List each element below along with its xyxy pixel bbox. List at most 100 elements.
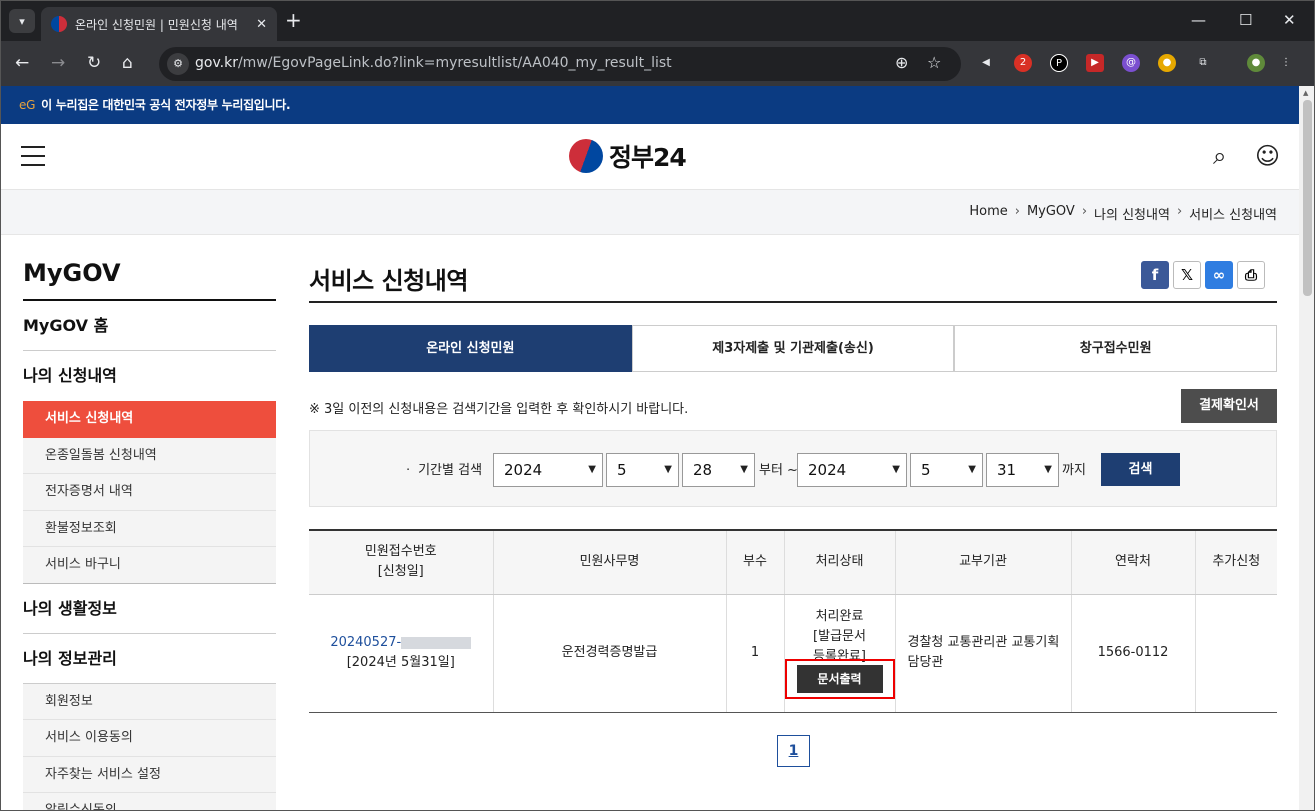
sidebar-item-allday-care[interactable]: 온종일돌봄 신청내역	[23, 437, 276, 474]
banner-text: 이 누리집은 대한민국 공식 전자정부 누리집입니다.	[41, 98, 291, 112]
new-tab-button[interactable]: +	[285, 10, 302, 30]
breadcrumb-home[interactable]: Home	[969, 204, 1007, 223]
x-share-icon[interactable]: 𝕏	[1173, 261, 1201, 289]
col-agency: 교부기관	[895, 530, 1072, 595]
breadcrumb: Home › MyGOV › 나의 신청내역 › 서비스 신청내역	[969, 204, 1277, 223]
request-table: 민원접수번호 [신청일] 민원사무명 부수 처리상태 교부기관 연락처 추가신청 …	[309, 529, 1277, 713]
col-service-name: 민원사무명	[493, 530, 727, 595]
to-day-select[interactable]: 31 ▼	[986, 453, 1059, 487]
minimize-icon[interactable]: —	[1191, 11, 1206, 29]
extension-p-icon[interactable]: P	[1050, 54, 1068, 72]
payment-confirmation-button[interactable]: 결제확인서	[1181, 389, 1277, 423]
sidebar-item-refund-info[interactable]: 환불정보조회	[23, 510, 276, 547]
link-copy-icon[interactable]: ∞	[1205, 261, 1233, 289]
tab-third-party-submission[interactable]: 제3자제출 및 기관제출(송신)	[631, 325, 955, 372]
notice-text: ※ 3일 이전의 신청내용은 검색기간을 입력한 후 확인하시기 바랍니다.	[309, 402, 689, 417]
print-icon[interactable]: ⎙	[1237, 261, 1265, 289]
to-year-select[interactable]: 2024 ▼	[797, 453, 907, 487]
tab-search-button[interactable]: ▾	[9, 9, 35, 33]
request-date: [2024년 5월31일]	[346, 655, 455, 670]
browser-tab[interactable]: 온라인 신청민원 | 민원신청 내역 ✕	[41, 7, 277, 41]
title-bar: ▾ 온라인 신청민원 | 민원신청 내역 ✕ + — ☐ ✕	[1, 1, 1314, 41]
table-header-row: 민원접수번호 [신청일] 민원사무명 부수 처리상태 교부기관 연락처 추가신청	[309, 530, 1277, 595]
sidebar-item-mygov-home[interactable]: MyGOV 홈	[23, 301, 276, 351]
scroll-up-icon[interactable]: ▲	[1303, 89, 1308, 97]
breadcrumb-bar: Home › MyGOV › 나의 신청내역 › 서비스 신청내역	[1, 190, 1299, 235]
page-1-button[interactable]: 1	[777, 735, 810, 767]
back-icon[interactable]: ←	[15, 53, 29, 73]
close-tab-icon[interactable]: ✕	[256, 17, 267, 32]
sidebar-item-info-management[interactable]: 나의 정보관리	[23, 634, 276, 684]
receipt-number-link[interactable]: 20240527-	[330, 635, 472, 650]
home-icon[interactable]: ⌂	[122, 53, 133, 73]
breadcrumb-my-requests[interactable]: 나의 신청내역	[1094, 204, 1170, 223]
sidebar-item-favorite-services[interactable]: 자주찾는 서비스 설정	[23, 756, 276, 793]
from-year-select[interactable]: 2024 ▼	[493, 453, 603, 487]
tab-title: 온라인 신청민원 | 민원신청 내역	[75, 17, 238, 32]
logo-text: 정부24	[609, 143, 687, 172]
speaker-icon[interactable]: ◀	[977, 54, 995, 72]
search-button[interactable]: 검색	[1101, 453, 1180, 486]
close-window-icon[interactable]: ✕	[1283, 11, 1296, 29]
user-icon[interactable]: ☺	[1255, 142, 1280, 170]
facebook-share-icon[interactable]: f	[1141, 261, 1169, 289]
sidebar-item-life-info[interactable]: 나의 생활정보	[23, 584, 276, 634]
breadcrumb-service-requests[interactable]: 서비스 신청내역	[1189, 204, 1277, 223]
maximize-icon[interactable]: ☐	[1239, 11, 1252, 29]
extensions-puzzle-icon[interactable]: ⧉	[1194, 54, 1212, 72]
vertical-scrollbar[interactable]: ▲	[1299, 86, 1314, 810]
profile-avatar-icon[interactable]: ●	[1247, 54, 1265, 72]
chevron-down-icon: ▼	[968, 464, 976, 475]
extension-globe-icon[interactable]: ●	[1158, 54, 1176, 72]
request-type-tabs: 온라인 신청민원 제3자제출 및 기관제출(송신) 창구접수민원	[309, 325, 1278, 372]
extension-red-icon[interactable]: ▶	[1086, 54, 1104, 72]
col-status: 처리상태	[784, 530, 896, 595]
col-receipt-no: 민원접수번호 [신청일]	[309, 530, 494, 595]
bookmark-star-icon[interactable]: ☆	[927, 53, 941, 72]
tab-counter-requests[interactable]: 창구접수민원	[954, 325, 1278, 372]
chevron-down-icon: ▼	[664, 464, 672, 475]
redacted-block	[401, 636, 472, 649]
sidebar-title: MyGOV	[23, 235, 276, 301]
col-phone: 연락처	[1071, 530, 1196, 595]
forward-icon[interactable]: →	[51, 53, 65, 73]
to-month-select[interactable]: 5 ▼	[910, 453, 983, 487]
browser-window: ▾ 온라인 신청민원 | 민원신청 내역 ✕ + — ☐ ✕ ← → ↻ ⌂ ⚙…	[0, 0, 1315, 811]
from-month-select[interactable]: 5 ▼	[606, 453, 679, 487]
service-name: 운전경력증명발급	[493, 594, 727, 713]
sidebar-item-service-basket[interactable]: 서비스 바구니	[23, 547, 276, 584]
extension-badge-icon[interactable]: 2	[1014, 54, 1032, 72]
additional-request-cell	[1195, 594, 1277, 713]
breadcrumb-mygov[interactable]: MyGOV	[1027, 204, 1075, 223]
gov-official-banner: eG 이 누리집은 대한민국 공식 전자정부 누리집입니다.	[1, 86, 1299, 124]
sidebar-item-my-requests[interactable]: 나의 신청내역	[23, 351, 276, 401]
chevron-right-icon: ›	[1176, 204, 1183, 219]
chevron-right-icon: ›	[1081, 204, 1088, 219]
browser-menu-icon[interactable]: ⋮	[1277, 54, 1295, 72]
period-search-box: ㆍ 기간별 검색 2024 ▼ 5 ▼ 28 ▼ 부터 ~ 2024 ▼ 5 ▼ 31 ▼ …	[309, 430, 1277, 507]
address-bar: ← → ↻ ⌂ ⚙ gov.kr/mw/EgovPageLink.do?link…	[1, 41, 1314, 86]
sidebar-item-member-info[interactable]: 회원정보	[23, 683, 276, 720]
sidebar-item-notification-consent[interactable]: 알림수신동의	[23, 793, 276, 810]
highlight-box: 문서출력	[784, 659, 895, 699]
search-icon[interactable]: ⌕	[1213, 142, 1226, 170]
scrollbar-thumb[interactable]	[1303, 100, 1312, 296]
hamburger-menu-icon[interactable]	[21, 146, 45, 166]
reload-icon[interactable]: ↻	[87, 53, 101, 73]
omnibox[interactable]: ⚙ gov.kr/mw/EgovPageLink.do?link=myresul…	[159, 47, 961, 81]
zoom-icon[interactable]: ⊕	[895, 53, 908, 72]
status-cell: 처리완료 [발급문서 등록완료] 문서출력	[784, 594, 896, 713]
status-line: [발급문서	[813, 629, 866, 644]
sidebar-item-e-certificate[interactable]: 전자증명서 내역	[23, 474, 276, 511]
sidebar-item-service-consent[interactable]: 서비스 이용동의	[23, 720, 276, 757]
gov24-logo[interactable]: 정부24	[569, 138, 687, 174]
site-info-icon[interactable]: ⚙	[167, 53, 189, 75]
extension-purple-icon[interactable]: @	[1122, 54, 1140, 72]
from-day-select[interactable]: 28 ▼	[682, 453, 755, 487]
tab-online-requests[interactable]: 온라인 신청민원	[309, 325, 632, 372]
print-document-button[interactable]: 문서출력	[796, 665, 883, 693]
sidebar-item-service-requests[interactable]: 서비스 신청내역	[23, 401, 276, 438]
until-label: 까지	[1062, 463, 1086, 478]
url-text[interactable]: gov.kr/mw/EgovPageLink.do?link=myresultl…	[195, 55, 672, 71]
title-divider	[309, 301, 1277, 303]
